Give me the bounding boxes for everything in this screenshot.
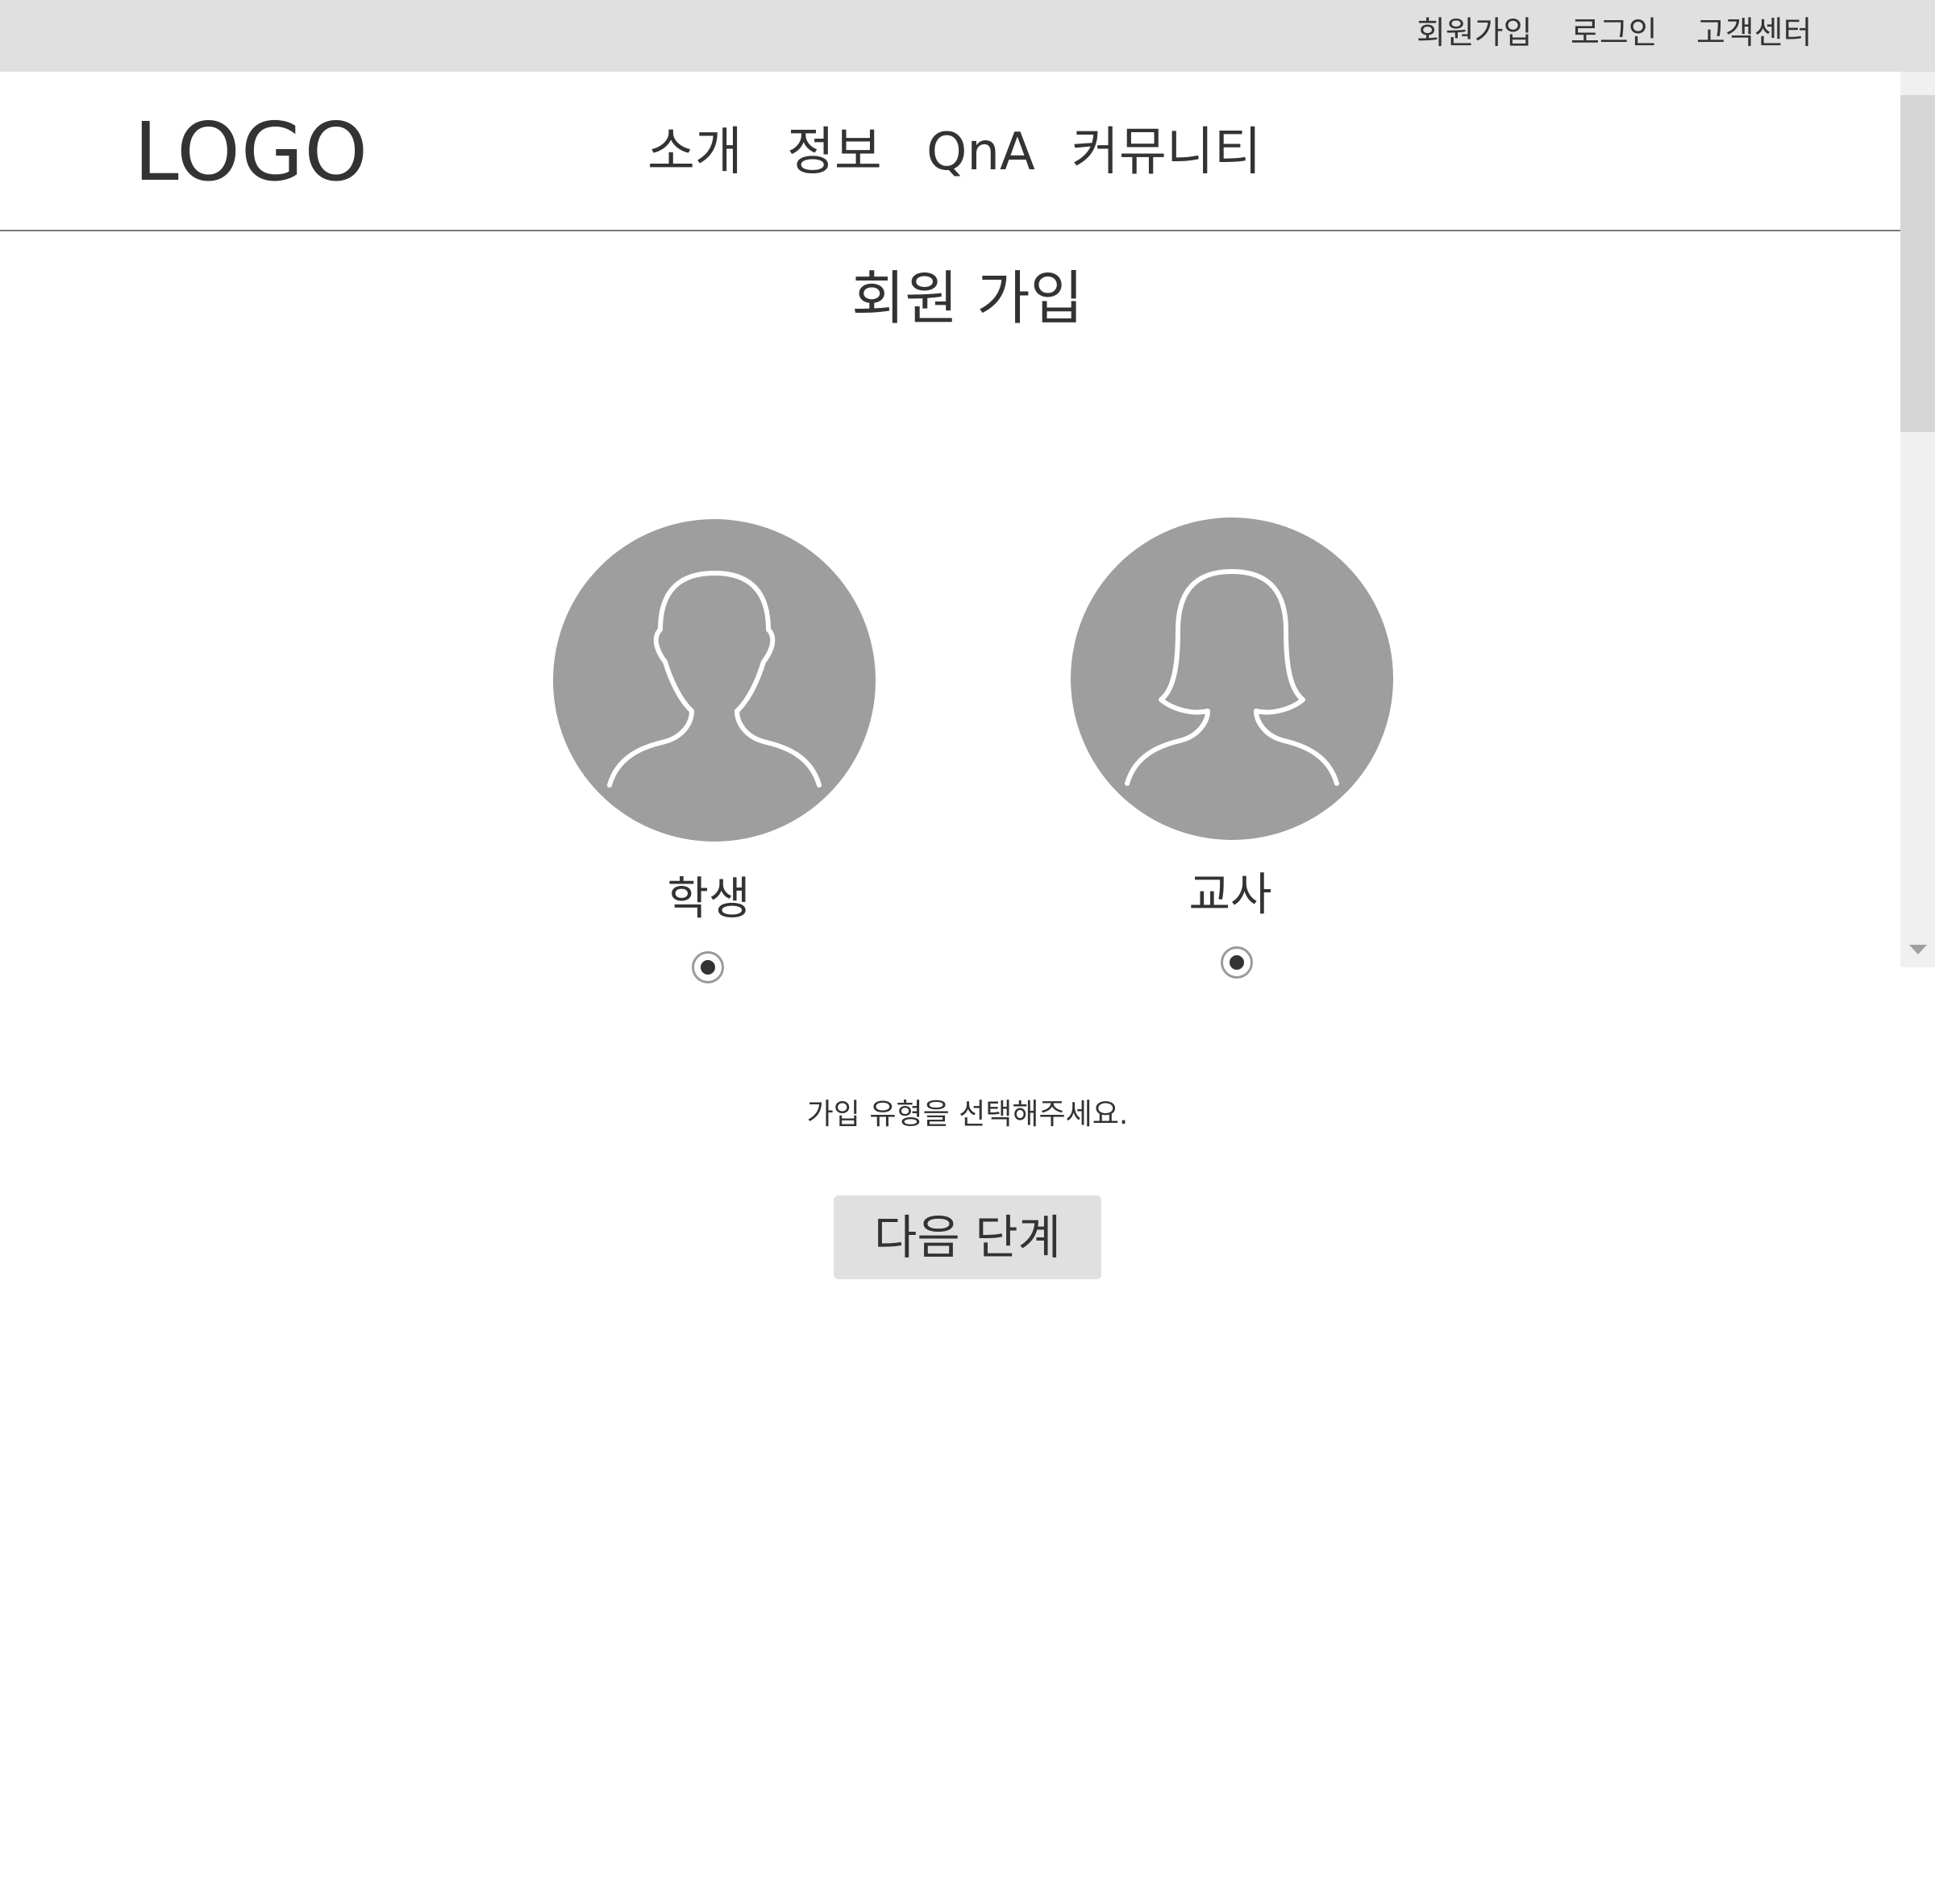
nav-item-qna[interactable]: QnA: [926, 120, 1035, 185]
student-label: 학생: [667, 873, 751, 925]
signup-link[interactable]: 회원가입: [1417, 10, 1533, 58]
nav-item-info[interactable]: 정보: [787, 120, 882, 185]
student-radio[interactable]: [692, 951, 724, 983]
teacher-radio[interactable]: [1221, 946, 1253, 979]
teacher-label: 교사: [1188, 869, 1272, 921]
page-title: 회원 가입: [851, 264, 1084, 332]
nav-item-community[interactable]: 커뮤니티: [1072, 120, 1262, 185]
helper-text: 가입 유형을 선택해주세요.: [806, 1098, 1129, 1131]
female-user-icon: [1125, 569, 1339, 786]
scroll-down-arrow-icon[interactable]: [1909, 945, 1927, 954]
logo[interactable]: LOGO: [134, 104, 368, 201]
teacher-avatar[interactable]: [1071, 518, 1393, 840]
male-user-icon: [607, 571, 822, 788]
site-header: LOGO 소개 정보 QnA 커뮤니티: [0, 72, 1900, 231]
top-utility-bar: 회원가입 로그인 고객센터: [0, 0, 1935, 72]
customer-center-link[interactable]: 고객센터: [1696, 10, 1812, 58]
student-avatar[interactable]: [553, 519, 876, 842]
next-step-button[interactable]: 다음 단계: [834, 1195, 1101, 1279]
nav-item-about[interactable]: 소개: [647, 120, 743, 185]
login-link[interactable]: 로그인: [1571, 10, 1658, 58]
